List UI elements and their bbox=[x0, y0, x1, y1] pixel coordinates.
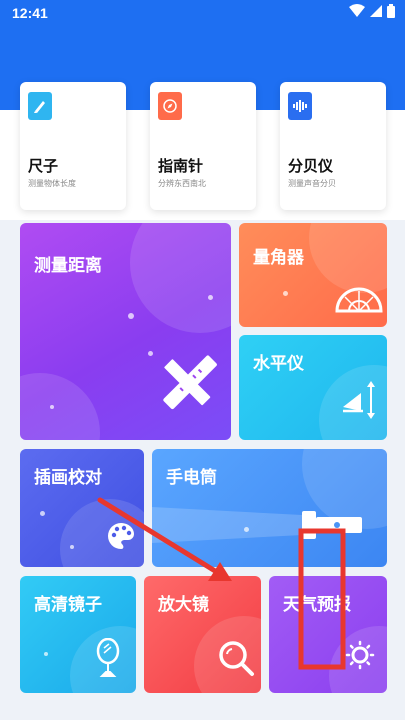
decibel-title: 分贝仪 bbox=[288, 157, 334, 175]
decor-dot bbox=[44, 652, 48, 656]
flashlight-icon bbox=[152, 507, 362, 543]
compass-title: 指南针 bbox=[158, 157, 204, 175]
flashlight-label: 手电筒 bbox=[166, 468, 217, 488]
compass-icon bbox=[158, 92, 182, 120]
signal-icon bbox=[370, 5, 382, 17]
ruler-card[interactable]: 尺子 测量物体长度 bbox=[20, 82, 126, 210]
decor-dot bbox=[208, 295, 213, 300]
status-icons bbox=[349, 4, 395, 18]
drawing-label: 插画校对 bbox=[34, 468, 102, 488]
sun-icon bbox=[345, 640, 375, 670]
distance-label: 测量距离 bbox=[34, 256, 102, 276]
level-label: 水平仪 bbox=[253, 354, 304, 374]
magnifier-label: 放大镜 bbox=[158, 595, 209, 615]
distance-tile[interactable]: 测量距离 bbox=[20, 223, 231, 440]
ruler-icon bbox=[28, 92, 52, 120]
palette-icon bbox=[108, 523, 134, 549]
level-tile[interactable]: 水平仪 bbox=[239, 335, 387, 440]
ruler-title: 尺子 bbox=[28, 157, 59, 175]
decor-dot bbox=[148, 351, 153, 356]
weather-label: 天气预报 bbox=[283, 595, 351, 615]
decibel-card[interactable]: 分贝仪 测量声音分贝 bbox=[280, 82, 386, 210]
flashlight-tile[interactable]: 手电筒 bbox=[152, 449, 387, 567]
weather-tile[interactable]: 天气预报 bbox=[269, 576, 387, 693]
decor-dot bbox=[50, 405, 54, 409]
mirror-icon bbox=[96, 638, 120, 677]
ruler-subtitle: 测量物体长度 bbox=[28, 179, 76, 188]
status-time: 12:41 bbox=[12, 5, 48, 21]
decor-dot bbox=[283, 291, 288, 296]
protractor-tile[interactable]: 量角器 bbox=[239, 223, 387, 327]
drawing-tile[interactable]: 插画校对 bbox=[20, 449, 144, 567]
level-icon bbox=[343, 381, 375, 419]
compass-subtitle: 分辨东西南北 bbox=[158, 179, 206, 188]
decor-dot bbox=[70, 545, 74, 549]
magnifier-icon bbox=[219, 641, 254, 676]
sound-wave-icon bbox=[288, 92, 312, 120]
decor-dot bbox=[128, 313, 134, 319]
decibel-subtitle: 测量声音分贝 bbox=[288, 179, 336, 188]
compass-card[interactable]: 指南针 分辨东西南北 bbox=[150, 82, 256, 210]
battery-icon bbox=[387, 4, 395, 18]
mirror-label: 高清镜子 bbox=[34, 595, 102, 615]
protractor-label: 量角器 bbox=[253, 248, 304, 268]
decor-blob bbox=[130, 223, 231, 333]
protractor-icon bbox=[335, 287, 383, 313]
decor-blob bbox=[20, 373, 100, 440]
ruler-pencil-icon bbox=[163, 355, 217, 410]
decor-dot bbox=[40, 511, 45, 516]
magnifier-tile[interactable]: 放大镜 bbox=[144, 576, 261, 693]
status-bar: 12:41 bbox=[0, 0, 405, 26]
mirror-tile[interactable]: 高清镜子 bbox=[20, 576, 136, 693]
wifi-icon bbox=[349, 4, 365, 17]
